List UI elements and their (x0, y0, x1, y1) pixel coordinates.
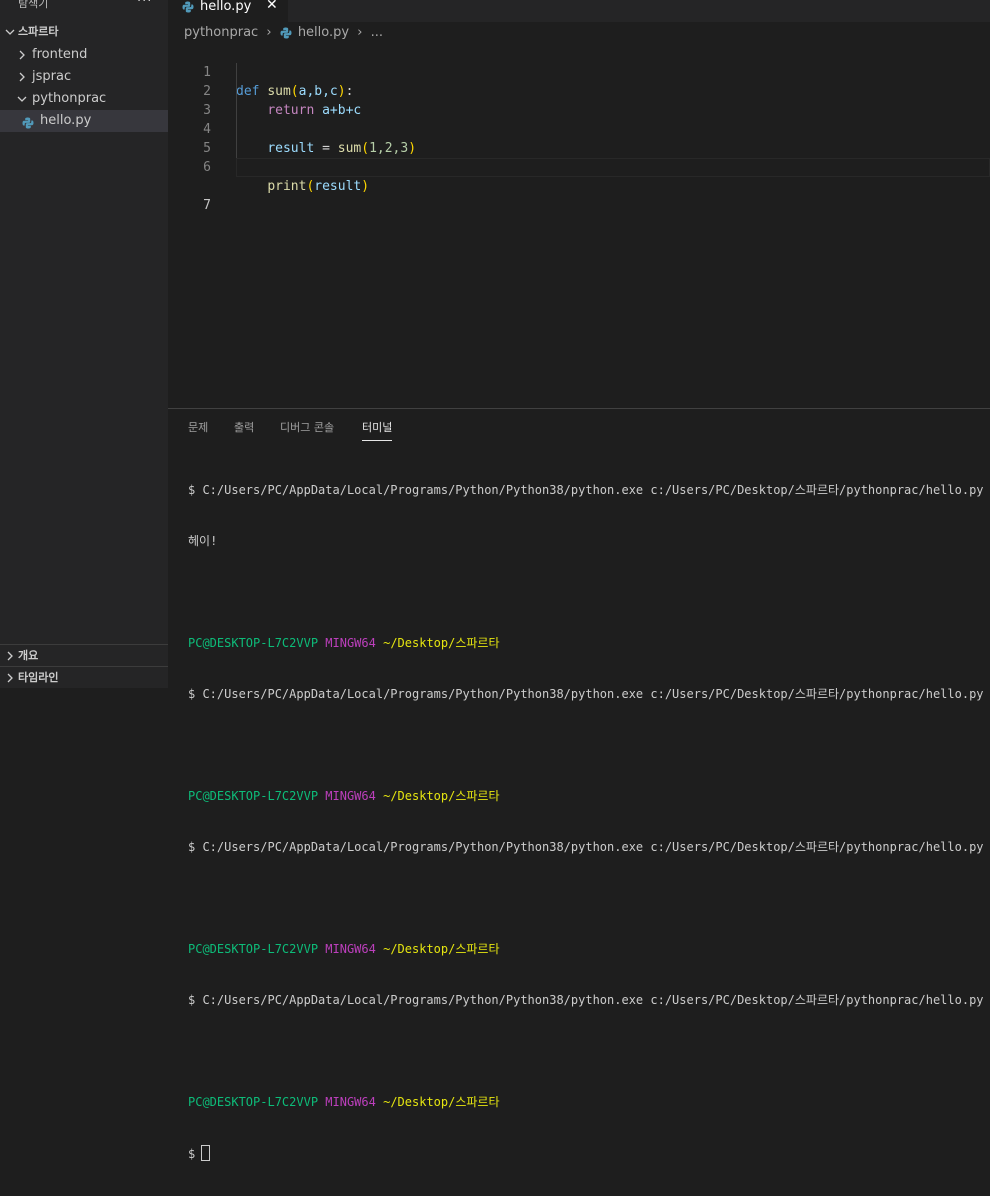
folder-label: pythonprac (32, 91, 107, 106)
terminal-prompt-line: PC@DESKTOP-L7C2VVP MINGW64 ~/Desktop/스파르… (188, 789, 500, 803)
terminal-command: $ C:/Users/PC/AppData/Local/Programs/Pyt… (188, 993, 984, 1007)
line-number: 7 (203, 198, 211, 213)
chevron-right-icon (17, 44, 29, 66)
editor-tab-bar: hello.py ✕ (168, 0, 990, 22)
chevron-right-icon (17, 66, 29, 88)
folder-frontend[interactable]: frontend (0, 44, 168, 66)
code-line: 1 def sum(a,b,c): (168, 44, 990, 99)
tab-terminal[interactable]: 터미널 (362, 420, 393, 441)
terminal-blank (188, 1043, 984, 1060)
breadcrumb: pythonprac › hello.py › ... (184, 24, 383, 42)
folder-pythonprac[interactable]: pythonprac (0, 88, 168, 110)
terminal-program-output: 헤이! (188, 534, 218, 548)
chevron-right-icon (5, 645, 17, 667)
explorer-header: 탐색기 ··· (0, 0, 168, 14)
chevron-down-icon (17, 88, 29, 110)
terminal-prompt-line: PC@DESKTOP-L7C2VVP MINGW64 ~/Desktop/스파르… (188, 636, 500, 650)
breadcrumb-file[interactable]: hello.py (298, 24, 349, 42)
terminal-command: $ C:/Users/PC/AppData/Local/Programs/Pyt… (188, 483, 984, 497)
python-file-icon (280, 26, 294, 40)
terminal-command: $ C:/Users/PC/AppData/Local/Programs/Pyt… (188, 687, 984, 701)
tab-debug-console[interactable]: 디버그 콘솔 (280, 420, 334, 440)
breadcrumb-folder[interactable]: pythonprac (184, 24, 258, 42)
terminal-cursor (201, 1145, 211, 1161)
indent-guide (236, 63, 237, 158)
tab-hello-py[interactable]: hello.py ✕ (168, 0, 288, 22)
timeline-section[interactable]: 타임라인 (0, 666, 168, 689)
terminal-blank (188, 737, 984, 754)
code-line: 3 (168, 82, 990, 118)
code-line: 2 return a+b+c (168, 63, 990, 118)
tab-problems[interactable]: 문제 (188, 420, 208, 440)
outline-label: 개요 (18, 649, 39, 662)
code-line-current: 7 (168, 158, 990, 213)
tab-label: hello.py (200, 0, 252, 14)
breadcrumb-separator: › (266, 25, 272, 40)
code-editor[interactable]: 1 def sum(a,b,c): 2 return a+b+c 3 4 res… (168, 44, 990, 408)
explorer-title: 탐색기 (18, 0, 49, 10)
breadcrumb-separator: › (357, 25, 363, 40)
file-hello-py[interactable]: hello.py (0, 110, 168, 132)
terminal-blank (188, 890, 984, 907)
terminal-output[interactable]: $ C:/Users/PC/AppData/Local/Programs/Pyt… (188, 448, 984, 1196)
code-line: 5 (168, 120, 990, 156)
more-actions-icon[interactable]: ··· (137, 0, 152, 9)
terminal-command: $ C:/Users/PC/AppData/Local/Programs/Pyt… (188, 840, 984, 854)
bottom-panel: 문제 출력 디버그 콘솔 터미널 $ C:/Users/PC/AppData/L… (168, 408, 990, 1161)
tab-output[interactable]: 출력 (234, 420, 254, 440)
close-icon[interactable]: ✕ (266, 0, 278, 13)
code-line: 4 result = sum(1,2,3) (168, 101, 990, 156)
terminal-prompt-symbol: $ (188, 1147, 196, 1161)
code-line: 6 print(result) (168, 139, 990, 194)
breadcrumb-ellipsis[interactable]: ... (371, 24, 383, 42)
explorer-sidebar: 탐색기 ··· 스파르타 frontend jsprac pythonprac … (0, 0, 168, 688)
terminal-input-line[interactable]: $ (188, 1145, 984, 1162)
outline-section[interactable]: 개요 (0, 644, 168, 667)
timeline-label: 타임라인 (18, 671, 59, 684)
python-file-icon (22, 115, 34, 129)
workspace-root[interactable]: 스파르타 (0, 21, 168, 43)
code-text: print(result) (267, 179, 370, 194)
terminal-blank (188, 584, 984, 601)
current-line-highlight (236, 158, 990, 177)
workspace-label: 스파르타 (18, 25, 59, 38)
chevron-down-icon (5, 21, 17, 43)
terminal-prompt-line: PC@DESKTOP-L7C2VVP MINGW64 ~/Desktop/스파르… (188, 1095, 500, 1109)
folder-label: jsprac (32, 69, 72, 84)
folder-label: frontend (32, 47, 88, 62)
folder-jsprac[interactable]: jsprac (0, 66, 168, 88)
python-file-icon (182, 0, 194, 13)
file-label: hello.py (40, 113, 92, 128)
terminal-prompt-line: PC@DESKTOP-L7C2VVP MINGW64 ~/Desktop/스파르… (188, 942, 500, 956)
chevron-right-icon (5, 667, 17, 689)
